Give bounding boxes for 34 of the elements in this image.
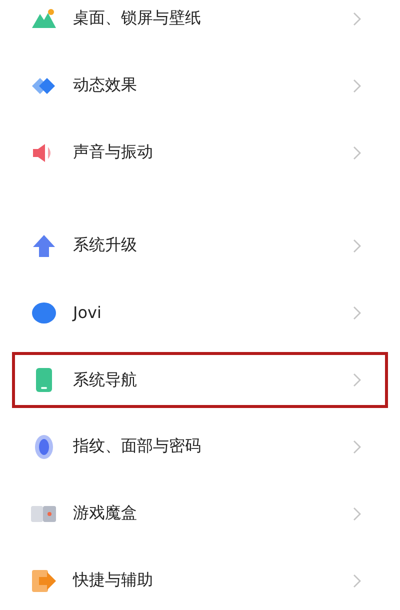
row-label: 指纹、面部与密码 [73,436,202,457]
chevron-icon [353,12,361,26]
chevron-icon [353,373,361,387]
row-label: 游戏魔盒 [73,503,138,524]
row-label: 声音与振动 [73,142,154,163]
row-label: 系统导航 [73,370,138,390]
settings-row[interactable]: 桌面、锁屏与壁纸 [12,0,388,52]
settings-row[interactable]: 系统导航 [12,352,388,408]
settings-row[interactable]: 系统升级 [12,212,388,279]
settings-row[interactable]: 声音与振动 [12,119,388,186]
settings-row[interactable]: 指纹、面部与密码 [12,413,388,480]
arrow-box-icon [31,568,57,592]
chevron-icon [353,238,361,252]
cards-icon [30,504,58,524]
settings-row[interactable]: 动态效果 [12,52,388,119]
phone-icon [35,367,53,393]
chevron-icon [353,574,361,588]
chevron-icon [353,440,361,454]
row-label: 动态效果 [73,75,138,96]
mountain-icon [31,8,57,30]
row-label: 桌面、锁屏与壁纸 [73,8,202,29]
row-label: 快捷与辅助 [73,570,154,591]
chevron-icon [353,306,361,320]
blob-icon [31,300,57,324]
row-label: Jovi [73,303,102,322]
up-arrow-icon [32,234,56,258]
chevron-icon [353,146,361,160]
settings-row[interactable]: Jovi [12,279,388,346]
settings-row[interactable]: 快捷与辅助 [12,547,388,610]
chevron-icon [353,78,361,92]
chevron-icon [353,506,361,520]
oval-icon [34,434,54,460]
settings-row[interactable]: 游戏魔盒 [12,480,388,547]
row-label: 系统升级 [73,235,138,256]
